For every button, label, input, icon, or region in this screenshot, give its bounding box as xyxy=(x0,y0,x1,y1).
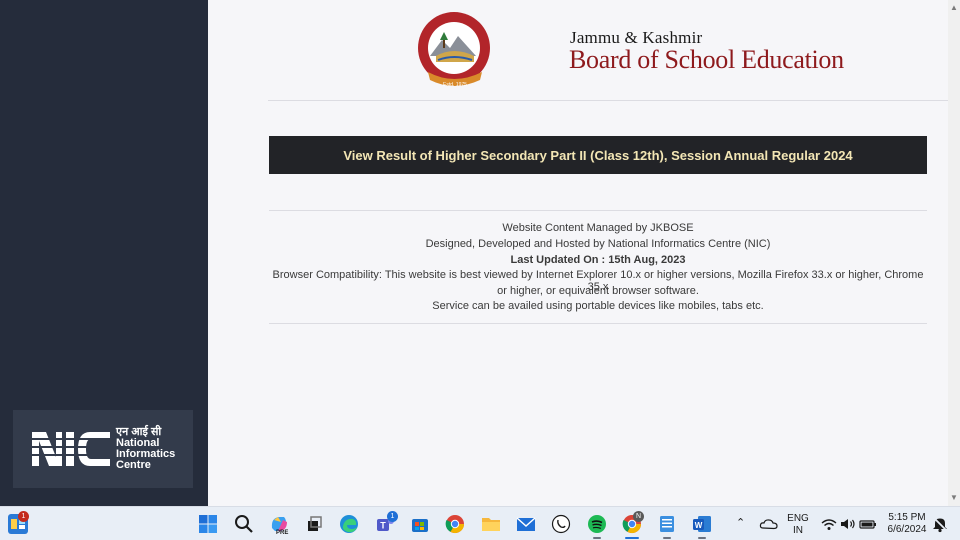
whatsapp-icon[interactable] xyxy=(551,514,571,534)
taskbar: 1 PRE T 1 N W ⌃ ENG IN 5:15 PM 6/6/2024 xyxy=(0,506,960,540)
chrome-icon[interactable] xyxy=(445,514,465,534)
footer-compatibility-2: or higher, or equivalent browser softwar… xyxy=(497,285,699,297)
clock[interactable]: 5:15 PM 6/6/2024 xyxy=(884,512,930,536)
word-running-indicator xyxy=(698,537,706,539)
nic-text: एन आई सी National Informatics Centre xyxy=(116,426,175,472)
windows-start-icon[interactable] xyxy=(198,514,218,534)
chrome-active-indicator xyxy=(625,537,639,539)
footer-managed: Website Content Managed by JKBOSE xyxy=(502,222,694,234)
region-code: IN xyxy=(793,525,803,536)
jkbose-logo[interactable]: Estd. 1975 xyxy=(416,10,494,90)
svg-text:W: W xyxy=(695,521,703,530)
scroll-up-icon[interactable]: ▲ xyxy=(950,4,958,12)
notepad-running-indicator xyxy=(663,537,671,539)
nic-line-3: Centre xyxy=(116,459,151,472)
footer-service: Service can be availed using portable de… xyxy=(432,300,764,312)
show-hidden-icons-chevron-up-icon[interactable]: ⌃ xyxy=(736,517,745,529)
svg-text:Estd. 1975: Estd. 1975 xyxy=(443,82,467,88)
widgets-badge: 1 xyxy=(18,511,29,522)
file-explorer-icon[interactable] xyxy=(481,514,501,534)
mail-icon[interactable] xyxy=(516,514,536,534)
notepad-icon[interactable] xyxy=(657,514,677,534)
volume-icon[interactable] xyxy=(838,514,858,534)
chrome-profile-badge: N xyxy=(633,511,644,522)
spotify-running-indicator xyxy=(593,537,601,539)
spotify-icon[interactable] xyxy=(587,514,607,534)
brand-title: Board of School Education xyxy=(569,45,844,74)
main-content: Estd. 1975 Jammu & Kashmir Board of Scho… xyxy=(208,0,948,506)
vertical-scrollbar[interactable]: ▲ ▼ xyxy=(948,0,960,506)
clock-date: 6/6/2024 xyxy=(887,524,927,535)
nic-logo[interactable]: एन आई सी National Informatics Centre xyxy=(13,410,193,488)
page-header: Estd. 1975 Jammu & Kashmir Board of Scho… xyxy=(268,0,948,101)
teams-badge: 1 xyxy=(387,511,398,522)
store-icon[interactable] xyxy=(410,514,430,534)
view-result-label: View Result of Higher Secondary Part II … xyxy=(343,147,853,163)
svg-text:T: T xyxy=(380,521,386,531)
footer-last-updated: Last Updated On : 15th Aug, 2023 xyxy=(510,254,686,266)
language-indicator[interactable]: ENG IN xyxy=(786,513,810,537)
nic-letters-logo xyxy=(32,429,112,469)
sidebar: एन आई सी National Informatics Centre xyxy=(0,0,208,506)
edge-icon[interactable] xyxy=(339,514,359,534)
word-icon[interactable]: W xyxy=(692,514,712,534)
task-view-icon[interactable] xyxy=(304,514,324,534)
search-icon[interactable] xyxy=(234,514,254,534)
onedrive-cloud-icon[interactable] xyxy=(759,514,779,534)
site-footer: Website Content Managed by JKBOSE Design… xyxy=(269,210,927,324)
view-result-link[interactable]: View Result of Higher Secondary Part II … xyxy=(269,136,927,174)
scroll-down-icon[interactable]: ▼ xyxy=(950,494,958,502)
language-code: ENG xyxy=(787,513,809,524)
clock-time: 5:15 PM xyxy=(888,512,926,523)
wifi-icon[interactable] xyxy=(819,514,839,534)
footer-designed: Designed, Developed and Hosted by Nation… xyxy=(425,238,771,250)
copilot-pre-label: PRE xyxy=(276,530,289,536)
battery-icon[interactable] xyxy=(858,514,878,534)
notifications-bell-icon[interactable] xyxy=(930,514,950,534)
